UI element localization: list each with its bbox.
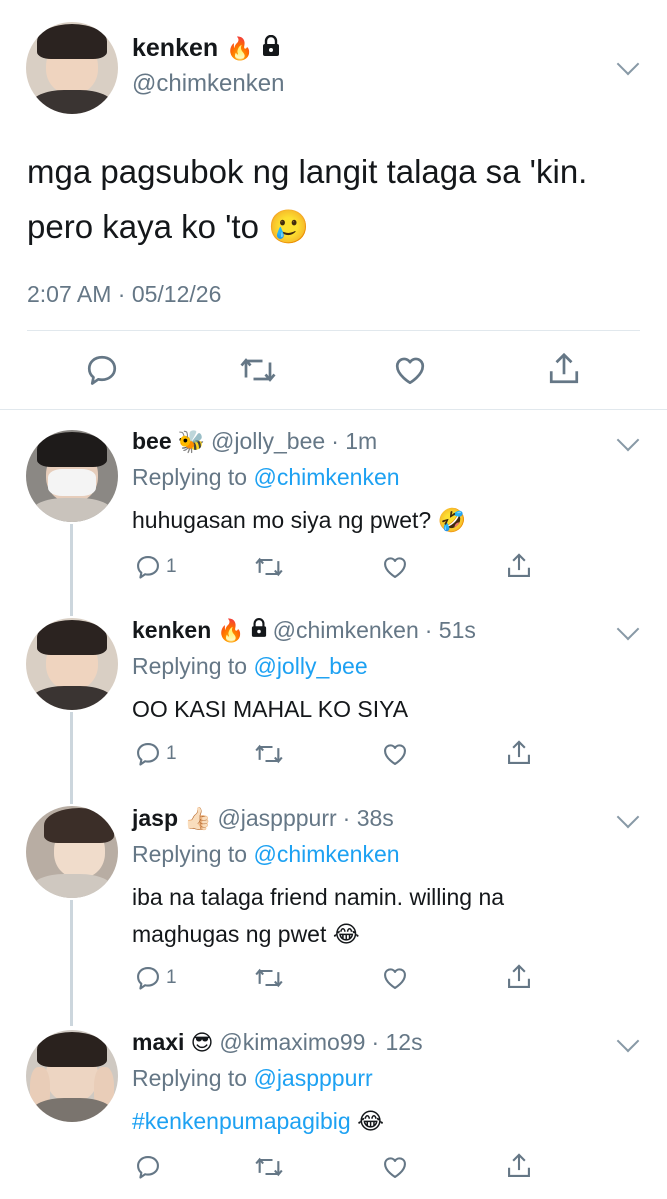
reply-text: #kenkenpumapagibig 😂 [132,1103,384,1140]
reply-retweet-icon[interactable] [253,1153,285,1181]
reply-time[interactable]: · 12s [371,1029,422,1056]
thread-line [70,900,73,1026]
reply-handle[interactable]: @jolly_bee [211,428,325,455]
sunglasses-icon: 😎 [190,1029,214,1055]
reply-avatar[interactable] [26,1030,118,1122]
main-share-icon[interactable] [546,350,582,388]
reply-name[interactable]: maxi [132,1029,184,1056]
thread-line [70,712,73,804]
reply-retweet-icon[interactable] [253,553,285,581]
reply-time[interactable]: · 1m [331,428,377,455]
reply-retweet-icon[interactable] [253,964,285,992]
face-holding-tears-icon: 🥲 [268,208,310,245]
joy-icon: 😂 [357,1108,384,1134]
reply-avatar[interactable] [26,618,118,710]
reply-time[interactable]: · 51s [425,617,476,644]
reply-handle[interactable]: @chimkenken [273,617,419,644]
thread-line [70,524,73,616]
reply-more-chevron-icon[interactable] [616,617,640,641]
reply-text: huhugasan mo siya ng pwet? 🤣 [132,502,466,539]
reply-more-chevron-icon[interactable] [616,805,640,829]
lock-icon [251,618,267,643]
hashtag-link[interactable]: #kenkenpumapagibig [132,1108,351,1134]
reply-text-body: huhugasan mo siya ng pwet? [132,507,432,533]
bee-icon: 🐝 [177,428,206,454]
replying-to: Replying to @chimkenken [132,464,400,491]
reply-like-icon[interactable] [381,964,409,992]
replying-to-link[interactable]: @chimkenken [253,841,399,867]
reply-header: jasp 👍🏻 @jaspppurr · 38s [132,805,394,832]
reply-share-icon[interactable] [505,551,533,581]
reply-more-chevron-icon[interactable] [616,428,640,452]
reply-header: bee 🐝 @jolly_bee · 1m [132,428,377,455]
main-reply-icon[interactable] [84,352,120,388]
replying-to-link[interactable]: @jolly_bee [253,653,367,679]
reply-header: maxi 😎 @kimaximo99 · 12s [132,1029,423,1056]
reply-like-icon[interactable] [381,740,409,768]
replying-to-prefix: Replying to [132,841,248,867]
lock-icon [262,34,280,62]
reply-reply-icon[interactable] [134,1153,162,1181]
main-text-line2: pero kaya ko 'to [27,208,259,245]
main-header: kenken 🔥 [132,34,280,63]
main-retweet-icon[interactable] [238,352,278,388]
reply-like-icon[interactable] [381,553,409,581]
main-name[interactable]: kenken [132,34,218,63]
thumbs-up-icon: 👍🏻 [184,805,212,831]
main-more-chevron-icon[interactable] [616,52,640,76]
reply-count: 1 [166,967,177,988]
fire-icon: 🔥 [226,35,254,61]
main-tweet-text: mga pagsubok ng langit talaga sa 'kin. p… [27,144,587,254]
replying-to-link[interactable]: @jaspppurr [253,1065,372,1091]
main-like-icon[interactable] [392,352,428,388]
reply-share-icon[interactable] [505,738,533,768]
rofl-icon: 🤣 [437,507,467,533]
main-divider-bottom [0,409,667,410]
reply-reply-icon[interactable]: 1 [134,964,177,992]
reply-avatar[interactable] [26,806,118,898]
reply-count: 1 [166,743,177,764]
replying-to: Replying to @chimkenken [132,841,400,868]
reply-handle[interactable]: @jaspppurr [217,805,336,832]
main-divider-top [27,330,640,331]
main-timestamp[interactable]: 2:07 AM · 05/12/26 [27,281,221,308]
replying-to-prefix: Replying to [132,653,248,679]
reply-avatar[interactable] [26,430,118,522]
joy-icon: 😂 [332,921,360,947]
reply-name[interactable]: kenken [132,617,211,644]
replying-to: Replying to @jaspppurr [132,1065,373,1092]
reply-more-chevron-icon[interactable] [616,1029,640,1053]
replying-to: Replying to @jolly_bee [132,653,368,680]
replying-to-link[interactable]: @chimkenken [253,464,399,490]
reply-reply-icon[interactable]: 1 [134,553,177,581]
reply-time[interactable]: · 38s [343,805,394,832]
replying-to-prefix: Replying to [132,1065,248,1091]
reply-reply-icon[interactable]: 1 [134,740,177,768]
reply-header: kenken 🔥 @chimkenken · 51s [132,617,476,644]
reply-count: 1 [166,556,177,577]
reply-text-line1: iba na talaga friend namin. willing na [132,884,505,910]
reply-text: OO KASI MAHAL KO SIYA [132,696,409,722]
reply-share-icon[interactable] [505,962,533,992]
main-text-line1: mga pagsubok ng langit talaga sa 'kin. [27,153,588,190]
reply-name[interactable]: bee [132,428,172,455]
reply-text-line2: maghugas ng pwet [132,921,327,947]
reply-retweet-icon[interactable] [253,740,285,768]
reply-text: iba na talaga friend namin. willing na m… [132,879,504,953]
main-avatar[interactable] [26,22,118,114]
fire-icon: 🔥 [217,617,245,643]
reply-like-icon[interactable] [381,1153,409,1181]
reply-name[interactable]: jasp [132,805,178,832]
reply-handle[interactable]: @kimaximo99 [219,1029,365,1056]
replying-to-prefix: Replying to [132,464,248,490]
reply-share-icon[interactable] [505,1151,533,1181]
main-handle[interactable]: @chimkenken [132,70,284,98]
